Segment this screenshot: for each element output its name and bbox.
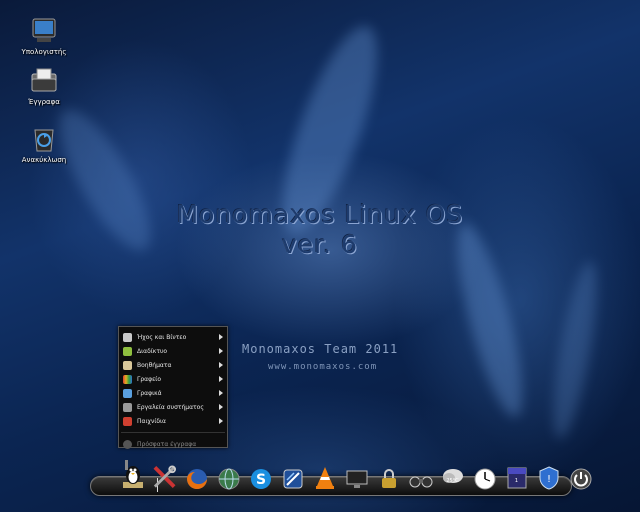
desktop-icon-documents[interactable]: Έγγραφα (14, 66, 74, 106)
shield-icon: ! (539, 466, 558, 490)
wallpaper-team-text: Monomaxos Team 2011 (242, 342, 399, 356)
calendar-day: 1 (514, 478, 519, 484)
menu-item-label: Γραφείο (137, 375, 162, 383)
dock-item-monitor[interactable] (344, 456, 369, 490)
binoculars-icon (409, 476, 432, 488)
games-icon (123, 416, 132, 426)
desktop-icon-label: Έγγραφα (28, 98, 60, 106)
menu-item-recent-documents[interactable]: Πρόσφατα έγγραφα (119, 437, 227, 451)
monitor-icon (346, 470, 367, 488)
system-tools-icon (123, 402, 132, 412)
menu-item-multimedia[interactable]: Ήχος και Βίντεο (119, 330, 227, 344)
weather-temperature: 25°C (446, 478, 459, 484)
menu-item-system-tools[interactable]: Εργαλεία συστήματος (119, 400, 227, 414)
menu-item-accessories[interactable]: Βοηθήματα (119, 358, 227, 372)
svg-text:!: ! (546, 474, 550, 485)
menu-item-office[interactable]: Γραφείο (119, 372, 227, 386)
dock-item-menu[interactable] (120, 456, 145, 490)
desktop-icon-label: Ανακύκλωση (21, 156, 67, 164)
start-menu: Ήχος και Βίντεο Διαδίκτυο Βοηθήματα Γραφ… (118, 326, 228, 451)
menu-item-graphics[interactable]: Γραφικά (119, 386, 227, 400)
menu-item-label: Διαδίκτυο (137, 347, 168, 355)
dock-items: S 25°C 1 ! (120, 452, 600, 490)
dock-item-writer[interactable] (280, 456, 305, 490)
clock-icon (474, 468, 495, 490)
menu-separator (121, 432, 225, 433)
submenu-arrow-icon (219, 418, 223, 424)
menu-item-label: Βοηθήματα (137, 361, 172, 369)
desktop-icon-label: Υπολογιστής (21, 48, 67, 56)
menu-item-label: Πρόσφατα έγγραφα (137, 440, 197, 448)
dock-item-calendar[interactable]: 1 (504, 456, 529, 490)
internet-icon (123, 346, 132, 356)
submenu-arrow-icon (219, 334, 223, 340)
dock-item-clock[interactable] (472, 456, 497, 490)
documents-folder-icon (29, 66, 59, 96)
wallpaper-title-line1: Monomaxos Linux OS (176, 200, 464, 229)
desktop-icon-computer[interactable]: Υπολογιστής (14, 16, 74, 56)
submenu-arrow-icon (219, 348, 223, 354)
dock-item-firefox[interactable] (184, 456, 209, 490)
network-globe-icon (218, 468, 239, 490)
multimedia-icon (123, 332, 132, 342)
dock-item-settings[interactable] (152, 456, 177, 490)
power-icon (570, 468, 591, 490)
menu-item-label: Γραφικά (137, 389, 162, 397)
menu-item-label: Ήχος και Βίντεο (137, 333, 187, 341)
lock-icon (381, 469, 396, 488)
dock-item-binoculars[interactable] (408, 456, 433, 490)
recycle-bin-icon (29, 124, 59, 154)
submenu-arrow-icon (219, 362, 223, 368)
wallpaper-title: Monomaxos Linux OS ver. 6 (0, 200, 640, 260)
menu-item-label: Παιχνίδια (137, 417, 167, 425)
wallpaper-website-text: www.monomaxos.com (268, 362, 378, 372)
accessories-icon (123, 360, 132, 370)
dock-item-network[interactable] (216, 456, 241, 490)
office-writer-icon (283, 469, 302, 489)
dock-item-skype[interactable]: S (248, 456, 273, 490)
office-icon (123, 374, 132, 384)
dock-item-shield[interactable]: ! (536, 456, 561, 490)
dock-item-vlc[interactable] (312, 456, 337, 490)
menu-item-internet[interactable]: Διαδίκτυο (119, 344, 227, 358)
settings-tools-icon (153, 465, 177, 488)
dock-item-weather[interactable]: 25°C (440, 456, 465, 490)
menu-item-label: Εργαλεία συστήματος (137, 403, 204, 411)
skype-icon: S (250, 469, 271, 489)
submenu-arrow-icon (219, 404, 223, 410)
graphics-icon (123, 388, 132, 398)
svg-text:S: S (255, 472, 265, 488)
wallpaper-title-line2: ver. 6 (282, 230, 358, 259)
vlc-icon (315, 467, 334, 489)
desktop-icon-recycle-bin[interactable]: Ανακύκλωση (14, 124, 74, 164)
menu-penguin-icon (122, 460, 143, 488)
firefox-icon (186, 469, 207, 489)
menu-item-games[interactable]: Παιχνίδια (119, 414, 227, 428)
submenu-arrow-icon (219, 390, 223, 396)
submenu-arrow-icon (219, 376, 223, 382)
computer-icon (29, 16, 59, 46)
dock-item-power[interactable] (568, 456, 593, 490)
recent-documents-icon (123, 439, 132, 449)
dock-item-lock[interactable] (376, 456, 401, 490)
